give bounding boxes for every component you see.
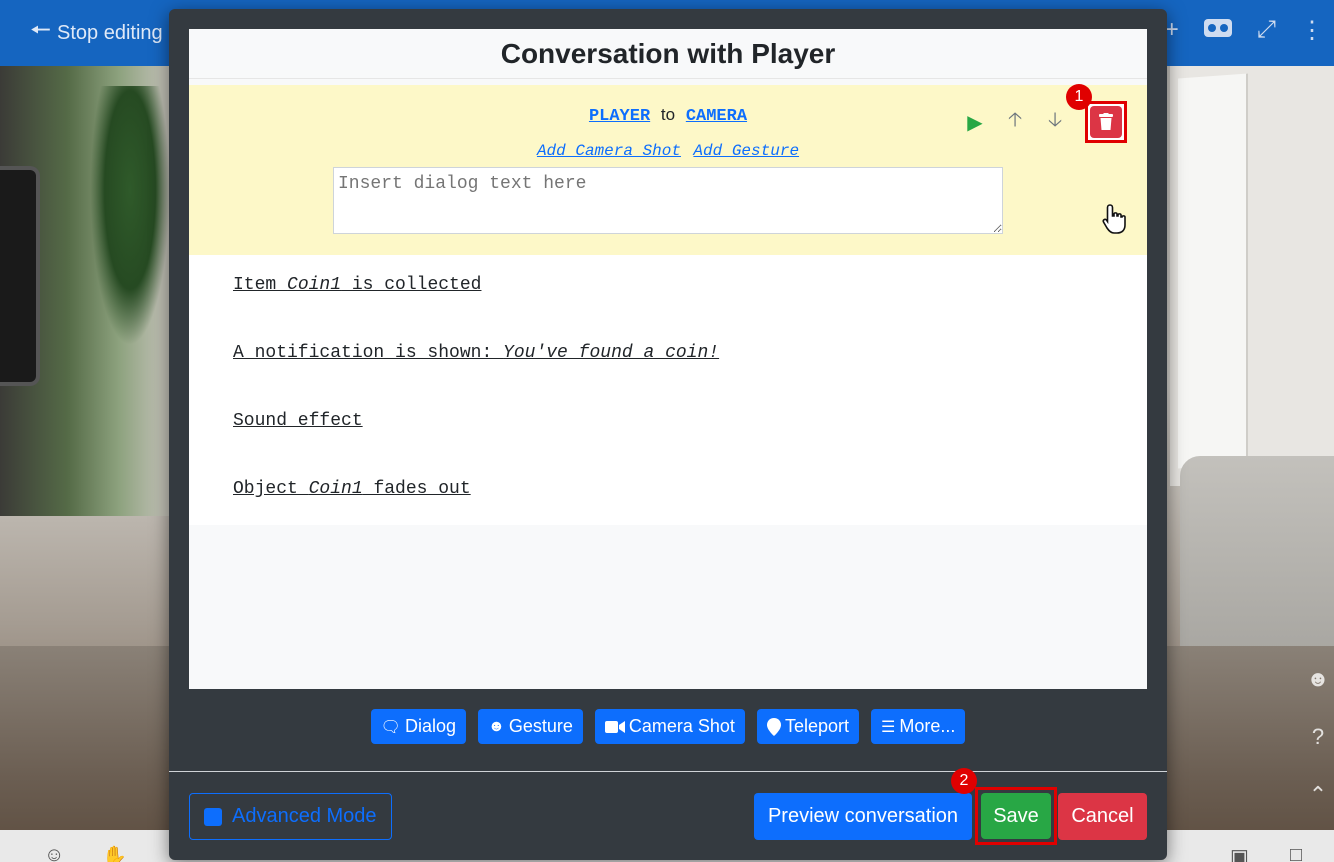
row-controls: ▶ 🡡 🡣 1 bbox=[965, 84, 1127, 143]
top-icons: + ⤢ ⋮ bbox=[1165, 16, 1324, 47]
list-icon: ☰ bbox=[880, 718, 896, 736]
action-item[interactable]: Object Coin1 fades out bbox=[189, 479, 1147, 547]
to-label: to bbox=[660, 105, 676, 124]
expand-icon[interactable]: ⤢ bbox=[1257, 16, 1276, 47]
camera-icon[interactable]: ▣ bbox=[1230, 844, 1249, 862]
action-item[interactable]: A notification is shown: You've found a … bbox=[189, 343, 1147, 411]
arrow-up-icon[interactable]: 🡡 bbox=[1005, 109, 1025, 134]
chevron-up-icon[interactable]: ⌃ bbox=[1304, 782, 1332, 810]
comment-icon: 🗨 bbox=[380, 718, 401, 736]
scene-door bbox=[1178, 73, 1248, 469]
video-camera-icon bbox=[604, 720, 625, 733]
speaker-from-link[interactable]: PLAYER bbox=[589, 107, 650, 126]
action-item[interactable]: Item Coin1 is collected bbox=[189, 275, 1147, 343]
window-icon[interactable]: □ bbox=[1290, 844, 1302, 862]
vr-headset-icon[interactable] bbox=[1203, 16, 1233, 47]
delete-highlight: 1 bbox=[1066, 84, 1127, 143]
dialog-text-input[interactable] bbox=[333, 167, 1003, 234]
add-gesture-button[interactable]: ☻ Gesture bbox=[478, 709, 583, 744]
add-gesture-link[interactable]: Add Gesture bbox=[693, 142, 799, 160]
map-marker-icon bbox=[766, 717, 781, 736]
scene-tv bbox=[0, 166, 40, 386]
scene-sofa bbox=[1180, 456, 1334, 656]
step-badge-2: 2 bbox=[951, 768, 977, 794]
arrow-left-icon: 🠔 bbox=[30, 16, 51, 44]
stop-editing-button[interactable]: 🠔 Stop editing bbox=[30, 17, 163, 48]
hand-icon[interactable]: ✋ bbox=[102, 844, 127, 862]
play-icon[interactable]: ▶ bbox=[965, 110, 985, 134]
advanced-mode-toggle[interactable]: Advanced Mode bbox=[189, 793, 392, 840]
help-icon[interactable]: ? bbox=[1304, 724, 1332, 752]
checkbox-icon[interactable] bbox=[204, 807, 222, 826]
speaker-to-link[interactable]: CAMERA bbox=[686, 107, 747, 126]
emoji-icon[interactable]: ☺ bbox=[44, 844, 64, 862]
save-button[interactable]: Save bbox=[981, 793, 1051, 839]
modal-body: Conversation with Player PLAYER to CAMER… bbox=[189, 29, 1147, 689]
stop-editing-label: Stop editing bbox=[57, 21, 163, 44]
add-teleport-button[interactable]: Teleport bbox=[756, 709, 859, 744]
arrow-down-icon[interactable]: 🡣 bbox=[1045, 109, 1065, 134]
modal-divider bbox=[169, 771, 1167, 772]
add-camera-shot-link[interactable]: Add Camera Shot bbox=[537, 142, 681, 160]
scene-plant bbox=[90, 86, 170, 346]
add-dialog-button[interactable]: 🗨 Dialog bbox=[370, 709, 466, 744]
save-highlight: Save 2 bbox=[951, 768, 1057, 845]
side-toolbar: ☻ ? ⌃ bbox=[1304, 666, 1334, 840]
modal-title: Conversation with Player bbox=[189, 29, 1147, 79]
actions-list: Item Coin1 is collected A notification i… bbox=[189, 255, 1147, 525]
add-step-bar: 🗨 Dialog ☻ Gesture Camera Shot Teleport … bbox=[169, 709, 1167, 744]
users-icon[interactable]: ☻ bbox=[1304, 666, 1332, 694]
smile-icon: ☻ bbox=[488, 717, 505, 735]
add-more-button[interactable]: ☰ More... bbox=[870, 709, 966, 744]
hand-pointer-icon bbox=[1102, 204, 1126, 234]
action-item[interactable]: Sound effect bbox=[189, 411, 1147, 479]
conversation-modal: Conversation with Player PLAYER to CAMER… bbox=[169, 9, 1167, 860]
dialog-block: PLAYER to CAMERA Add Camera Shot Add Ges… bbox=[189, 84, 1147, 255]
preview-conversation-button[interactable]: Preview conversation bbox=[754, 793, 972, 840]
trash-icon bbox=[1099, 113, 1113, 130]
cancel-button[interactable]: Cancel bbox=[1058, 793, 1147, 840]
add-camera-shot-button[interactable]: Camera Shot bbox=[594, 709, 745, 744]
delete-button[interactable] bbox=[1090, 106, 1122, 138]
more-vertical-icon[interactable]: ⋮ bbox=[1300, 16, 1324, 47]
step-badge-1: 1 bbox=[1066, 84, 1092, 110]
add-links: Add Camera Shot Add Gesture bbox=[189, 142, 1147, 160]
